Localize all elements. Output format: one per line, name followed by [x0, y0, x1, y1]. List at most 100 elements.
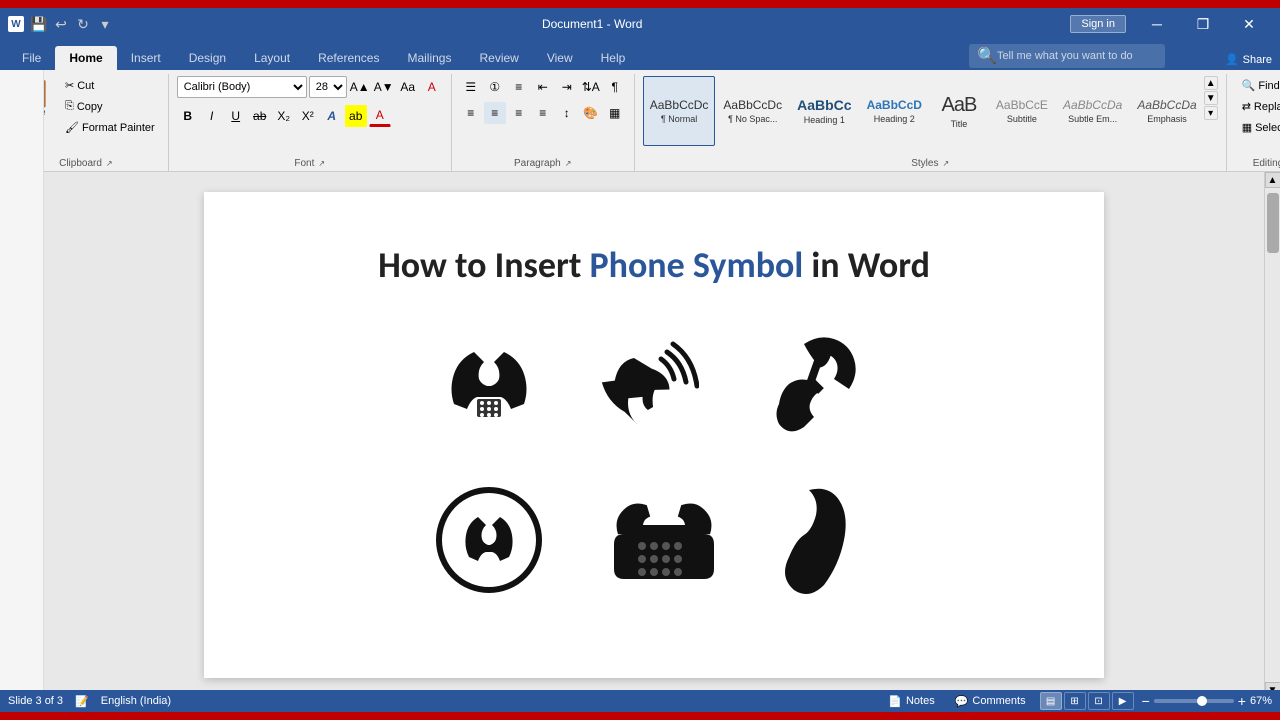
strikethrough-button[interactable]: ab — [249, 105, 271, 127]
search-input[interactable] — [997, 50, 1157, 62]
copy-button[interactable]: ⎘ Copy — [60, 97, 160, 116]
undo-button[interactable]: ↩ — [52, 15, 70, 33]
scroll-up-arrow[interactable]: ▲ — [1265, 172, 1280, 188]
ribbon-search[interactable]: 🔍 — [969, 44, 1165, 68]
justify-button[interactable]: ≡ — [532, 102, 554, 124]
tab-home[interactable]: Home — [55, 46, 116, 70]
find-button[interactable]: 🔍 Find ▾ — [1235, 76, 1280, 95]
shading-button[interactable]: 🎨 — [580, 102, 602, 124]
italic-button[interactable]: I — [201, 105, 223, 127]
tab-insert[interactable]: Insert — [117, 46, 175, 70]
tab-design[interactable]: Design — [175, 46, 240, 70]
numbering-button[interactable]: ① — [484, 76, 506, 98]
paragraph-expand-icon[interactable]: ↗ — [565, 159, 572, 168]
reading-view-button[interactable]: ⊡ — [1088, 692, 1110, 710]
scroll-thumb[interactable] — [1267, 193, 1279, 253]
show-hide-button[interactable]: ¶ — [604, 76, 626, 98]
text-effects-button[interactable]: A — [321, 105, 343, 127]
styles-expand[interactable]: ▾ — [1204, 106, 1218, 120]
tab-mailings[interactable]: Mailings — [393, 46, 465, 70]
increase-indent-button[interactable]: ⇥ — [556, 76, 578, 98]
style-heading2[interactable]: AaBbCcD Heading 2 — [860, 76, 929, 146]
slide-info: Slide 3 of 3 — [8, 695, 63, 707]
comments-button[interactable]: 💬 Comments — [949, 693, 1032, 710]
zoom-level: 67% — [1250, 695, 1272, 707]
style-heading1[interactable]: AaBbCc Heading 1 — [790, 76, 858, 146]
style-emphasis[interactable]: AaBbCcDa Emphasis — [1130, 76, 1203, 146]
text-highlight-button[interactable]: ab — [345, 105, 367, 127]
save-button[interactable]: 💾 — [30, 15, 48, 33]
change-case-button[interactable]: Aa — [397, 76, 419, 98]
replace-icon: ⇄ — [1242, 100, 1251, 113]
align-center-button[interactable]: ≡ — [484, 102, 506, 124]
font-row-2: B I U ab X₂ X² A ab A — [177, 105, 391, 127]
styles-scroll-down[interactable]: ▼ — [1204, 91, 1218, 105]
close-button[interactable]: ✕ — [1226, 8, 1272, 40]
normal-view-button[interactable]: ▤ — [1040, 692, 1062, 710]
restore-button[interactable]: ❐ — [1180, 8, 1226, 40]
borders-button[interactable]: ▦ — [604, 102, 626, 124]
tab-review[interactable]: Review — [465, 46, 532, 70]
line-spacing-button[interactable]: ↕ — [556, 102, 578, 124]
handset-icon — [759, 329, 869, 454]
redo-button[interactable]: ↻ — [74, 15, 92, 33]
minimize-button[interactable]: ─ — [1134, 8, 1180, 40]
styles-expand-icon[interactable]: ↗ — [942, 159, 949, 168]
tab-help[interactable]: Help — [587, 46, 640, 70]
multilevel-list-button[interactable]: ≡ — [508, 76, 530, 98]
scroll-track[interactable] — [1265, 188, 1280, 682]
format-painter-button[interactable]: 🖌 Format Painter — [60, 118, 160, 137]
notes-button[interactable]: 📄 Notes — [882, 693, 940, 710]
style-subtitle[interactable]: AaBbCcE Subtitle — [989, 76, 1055, 146]
select-button[interactable]: ▦ Select ▾ — [1235, 118, 1280, 137]
decrease-font-button[interactable]: A▼ — [373, 76, 395, 98]
font-expand-icon[interactable]: ↗ — [318, 159, 325, 168]
notes-icon: 📄 — [888, 695, 902, 708]
zoom-in-button[interactable]: + — [1238, 694, 1246, 708]
vertical-scrollbar[interactable]: ▲ ▼ — [1264, 172, 1280, 698]
styles-scroll-up[interactable]: ▲ — [1204, 76, 1218, 90]
zoom-slider[interactable] — [1154, 699, 1234, 703]
slideshow-button[interactable]: ▶ — [1112, 692, 1134, 710]
copy-icon: ⎘ — [65, 100, 74, 113]
select-icon: ▦ — [1242, 121, 1252, 134]
style-no-space[interactable]: AaBbCcDc ¶ No Spac... — [716, 76, 789, 146]
style-heading1-preview: AaBbCc — [797, 97, 851, 114]
style-subtle-em[interactable]: AaBbCcDa Subtle Em... — [1056, 76, 1129, 146]
decrease-indent-button[interactable]: ⇤ — [532, 76, 554, 98]
bold-button[interactable]: B — [177, 105, 199, 127]
comments-icon: 💬 — [955, 695, 969, 708]
cut-button[interactable]: ✂ Cut — [60, 76, 160, 95]
style-normal-label: ¶ Normal — [661, 114, 697, 124]
clear-format-button[interactable]: A — [421, 76, 443, 98]
signin-button[interactable]: Sign in — [1070, 15, 1126, 33]
style-normal[interactable]: AaBbCcDc ¶ Normal — [643, 76, 716, 146]
document-area: How to Insert Phone Symbol in Word — [44, 172, 1264, 698]
tab-view[interactable]: View — [533, 46, 587, 70]
bullets-button[interactable]: ☰ — [460, 76, 482, 98]
slide-sorter-button[interactable]: ⊞ — [1064, 692, 1086, 710]
underline-button[interactable]: U — [225, 105, 247, 127]
tab-file[interactable]: File — [8, 46, 55, 70]
replace-button[interactable]: ⇄ Replace — [1235, 97, 1280, 116]
superscript-button[interactable]: X² — [297, 105, 319, 127]
ribbon-bar: 📋 Paste ✂ Cut ⎘ Copy 🖌 Format Painter — [0, 70, 1280, 172]
align-left-button[interactable]: ≡ — [460, 102, 482, 124]
increase-font-button[interactable]: A▲ — [349, 76, 371, 98]
telephone-icon — [439, 334, 539, 449]
share-button[interactable]: 👤 Share — [1225, 53, 1272, 66]
style-emphasis-preview: AaBbCcDa — [1137, 98, 1196, 112]
tab-references[interactable]: References — [304, 46, 393, 70]
customize-button[interactable]: ▾ — [96, 15, 114, 33]
font-size-select[interactable]: 28 — [309, 76, 347, 98]
zoom-out-button[interactable]: − — [1142, 694, 1150, 708]
styles-gallery: AaBbCcDc ¶ Normal AaBbCcDc ¶ No Spac... … — [643, 76, 1204, 146]
clipboard-expand-icon[interactable]: ↗ — [106, 159, 113, 168]
font-family-select[interactable]: Calibri (Body) — [177, 76, 307, 98]
tab-layout[interactable]: Layout — [240, 46, 304, 70]
font-color-button[interactable]: A — [369, 105, 391, 127]
subscript-button[interactable]: X₂ — [273, 105, 295, 127]
align-right-button[interactable]: ≡ — [508, 102, 530, 124]
style-title[interactable]: AaB Title — [930, 76, 988, 146]
sort-button[interactable]: ⇅A — [580, 76, 602, 98]
